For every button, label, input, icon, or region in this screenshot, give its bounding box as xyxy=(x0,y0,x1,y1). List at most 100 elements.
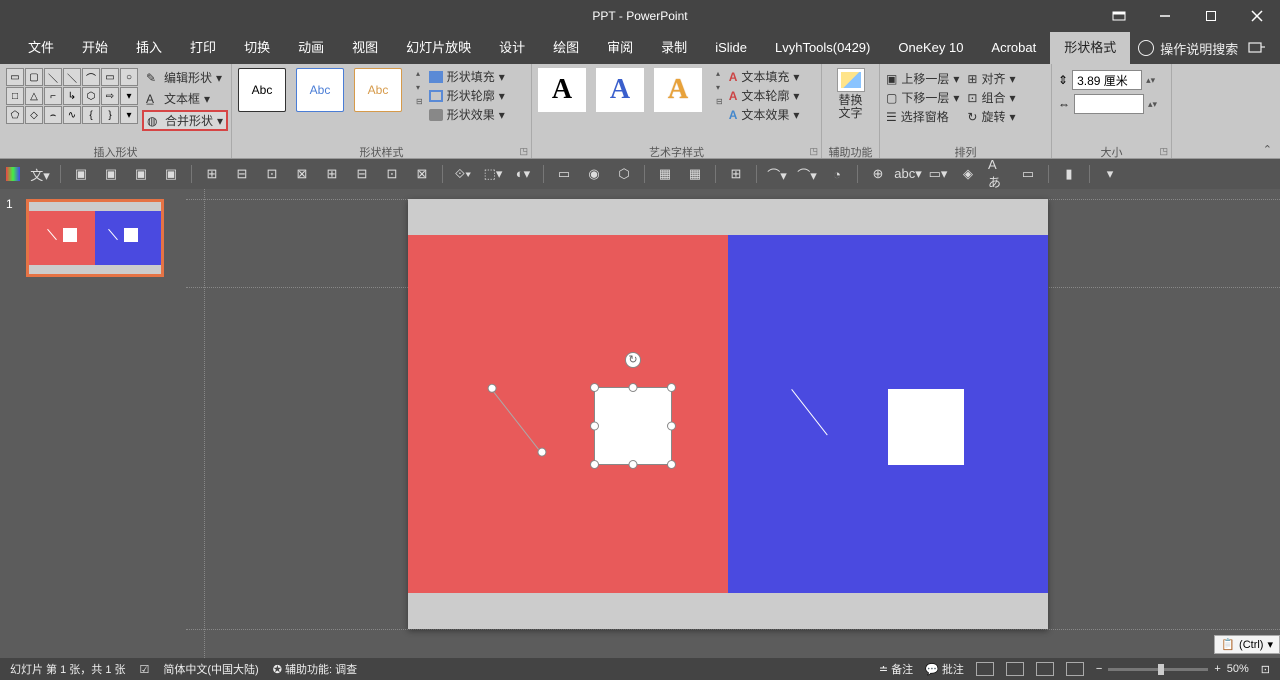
tab-insert[interactable]: 插入 xyxy=(122,32,176,64)
slideshow-view-button[interactable] xyxy=(1066,662,1084,676)
zoom-value[interactable]: 50% xyxy=(1227,663,1249,675)
paste-options-tag[interactable]: 📋 (Ctrl) ▾ xyxy=(1214,635,1280,654)
height-input[interactable] xyxy=(1072,70,1142,90)
tb-32[interactable]: ▾ xyxy=(1100,164,1120,184)
resize-handle[interactable] xyxy=(629,460,638,469)
tb-24[interactable]: ◔ xyxy=(827,164,847,184)
tb-11[interactable]: ⊡ xyxy=(382,164,402,184)
zoom-in-button[interactable]: + xyxy=(1214,663,1220,675)
zoom-slider[interactable] xyxy=(1108,668,1208,671)
close-button[interactable] xyxy=(1234,0,1280,32)
tb-6[interactable]: ⊟ xyxy=(232,164,252,184)
wordart-preset-1[interactable]: A xyxy=(538,68,586,112)
tb-30[interactable]: ▭ xyxy=(1018,164,1038,184)
bring-forward-button[interactable]: ▣ 上移一层 ▾ xyxy=(886,70,959,87)
tb-27[interactable]: ▭▾ xyxy=(928,164,948,184)
slide-canvas[interactable]: 📋 (Ctrl) ▾ xyxy=(186,189,1280,658)
style-preset-1[interactable]: Abc xyxy=(238,68,286,112)
tb-13[interactable]: ⟐▾ xyxy=(453,164,473,184)
tab-slideshow[interactable]: 幻灯片放映 xyxy=(392,32,485,64)
tab-acrobat[interactable]: Acrobat xyxy=(977,32,1050,64)
tb-5[interactable]: ⊞ xyxy=(202,164,222,184)
comments-button[interactable]: 💬 批注 xyxy=(925,661,964,677)
style-preset-3[interactable]: Abc xyxy=(354,68,402,112)
dialog-launcher[interactable]: ◳ xyxy=(809,146,818,157)
tb-19[interactable]: ▦ xyxy=(655,164,675,184)
tb-22[interactable]: ⌒▾ xyxy=(767,164,787,184)
spellcheck-icon[interactable]: ☑ xyxy=(140,663,150,676)
resize-handle[interactable] xyxy=(667,422,676,431)
wordart-gallery[interactable]: A A A ▴▾⊟ xyxy=(538,68,723,112)
tb-23[interactable]: ⌒▾ xyxy=(797,164,817,184)
send-backward-button[interactable]: ▢ 下移一层 ▾ xyxy=(886,89,959,106)
tb-31[interactable]: ▮ xyxy=(1059,164,1079,184)
tab-lvyhtools[interactable]: LvyhTools(0429) xyxy=(761,32,884,64)
tb-2[interactable]: ▣ xyxy=(101,164,121,184)
resize-handle[interactable] xyxy=(590,460,599,469)
tb-9[interactable]: ⊞ xyxy=(322,164,342,184)
tb-14[interactable]: ⬚▾ xyxy=(483,164,503,184)
gallery-scroll[interactable]: ▴▾⊟ xyxy=(716,69,723,111)
tab-islide[interactable]: iSlide xyxy=(701,32,761,64)
tb-1[interactable]: ▣ xyxy=(71,164,91,184)
tb-4[interactable]: ▣ xyxy=(161,164,181,184)
reading-view-button[interactable] xyxy=(1036,662,1054,676)
tab-animations[interactable]: 动画 xyxy=(284,32,338,64)
tb-26[interactable]: abc▾ xyxy=(898,164,918,184)
shape-style-gallery[interactable]: Abc Abc Abc ▴▾⊟ xyxy=(238,68,423,112)
tb-8[interactable]: ⊠ xyxy=(292,164,312,184)
text-box-button[interactable]: A̲文本框 ▾ xyxy=(142,89,228,108)
accessibility-status[interactable]: ✪ 辅助功能: 调查 xyxy=(273,661,357,677)
red-panel[interactable] xyxy=(408,235,728,593)
tb-29[interactable]: Aあ xyxy=(988,164,1008,184)
tell-me[interactable]: 操作说明搜索 xyxy=(1138,39,1238,58)
tb-18[interactable]: ⬡ xyxy=(614,164,634,184)
tab-record[interactable]: 录制 xyxy=(647,32,701,64)
width-input[interactable] xyxy=(1074,94,1144,114)
resize-handle[interactable] xyxy=(590,383,599,392)
text-tool-icon[interactable]: 文▾ xyxy=(30,164,50,184)
tab-print[interactable]: 打印 xyxy=(176,32,230,64)
dialog-launcher[interactable]: ◳ xyxy=(519,146,528,157)
tab-design[interactable]: 设计 xyxy=(485,32,539,64)
resize-handle[interactable] xyxy=(590,422,599,431)
wordart-preset-3[interactable]: A xyxy=(654,68,702,112)
maximize-button[interactable] xyxy=(1188,0,1234,32)
shapes-gallery[interactable]: ▭▢＼＼⌒▭○ □△⌐↳⬡⇨▾ ⬠◇⌢∿{}▾ xyxy=(6,68,138,131)
resize-handle[interactable] xyxy=(667,383,676,392)
resize-handle[interactable] xyxy=(667,460,676,469)
normal-view-button[interactable] xyxy=(976,662,994,676)
shape-effects-button[interactable]: 形状效果 ▾ xyxy=(429,106,505,123)
rotate-handle[interactable] xyxy=(625,352,641,368)
text-outline-button[interactable]: A文本轮廓 ▾ xyxy=(729,87,800,104)
merge-shapes-button[interactable]: ◍合并形状 ▾ xyxy=(142,110,228,131)
language-indicator[interactable]: 简体中文(中国大陆) xyxy=(163,661,258,677)
style-preset-2[interactable]: Abc xyxy=(296,68,344,112)
slide[interactable] xyxy=(408,199,1048,629)
share-icon[interactable] xyxy=(1248,40,1266,59)
rotate-button[interactable]: ↻ 旋转 ▾ xyxy=(967,108,1015,125)
tb-7[interactable]: ⊡ xyxy=(262,164,282,184)
tb-16[interactable]: ▭ xyxy=(554,164,574,184)
shape-fill-button[interactable]: 形状填充 ▾ xyxy=(429,68,505,85)
tab-view[interactable]: 视图 xyxy=(338,32,392,64)
tb-10[interactable]: ⊟ xyxy=(352,164,372,184)
color-icon[interactable] xyxy=(6,167,20,181)
dialog-launcher[interactable]: ◳ xyxy=(1159,146,1168,157)
resize-handle[interactable] xyxy=(629,383,638,392)
fit-to-window-button[interactable]: ⊡ xyxy=(1261,663,1270,676)
tb-12[interactable]: ⊠ xyxy=(412,164,432,184)
sorter-view-button[interactable] xyxy=(1006,662,1024,676)
minimize-button[interactable] xyxy=(1142,0,1188,32)
slide-counter[interactable]: 幻灯片 第 1 张，共 1 张 xyxy=(10,661,126,677)
gallery-scroll[interactable]: ▴▾⊟ xyxy=(416,69,423,111)
tab-onekey[interactable]: OneKey 10 xyxy=(884,32,977,64)
collapse-ribbon-icon[interactable]: ⌃ xyxy=(1263,143,1272,156)
text-fill-button[interactable]: A文本填充 ▾ xyxy=(729,68,800,85)
wordart-preset-2[interactable]: A xyxy=(596,68,644,112)
tb-28[interactable]: ◈ xyxy=(958,164,978,184)
alt-text-button[interactable]: 替换文字 xyxy=(828,68,873,120)
tab-shape-format[interactable]: 形状格式 xyxy=(1050,32,1130,64)
text-effects-button[interactable]: A文本效果 ▾ xyxy=(729,106,800,123)
notes-button[interactable]: ≐ 备注 xyxy=(879,661,913,677)
